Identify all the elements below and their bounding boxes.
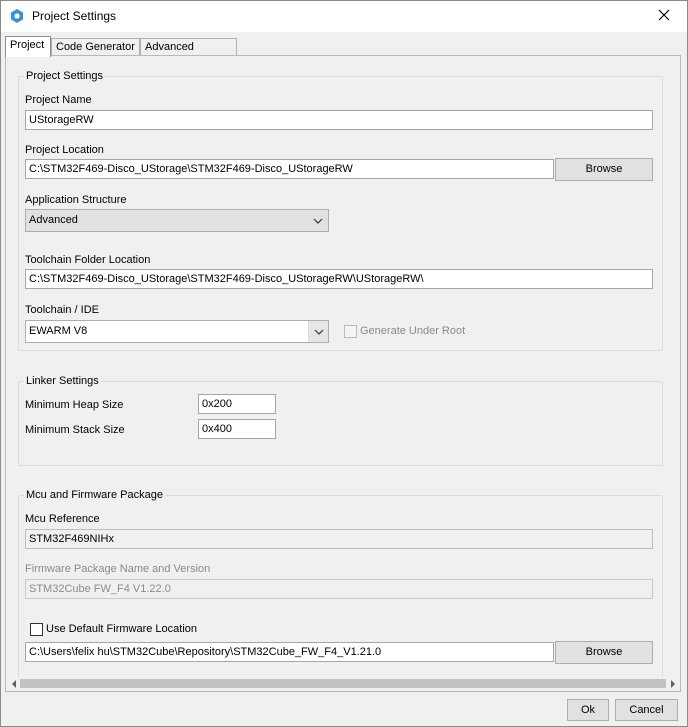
toolchain-ide-value: EWARM V8 [29,325,88,337]
fw-package-field: STM32Cube FW_F4 V1.22.0 [25,579,653,599]
stack-size-input[interactable]: 0x400 [198,419,276,439]
project-tab-panel: Project Settings Project Name UStorageRW… [5,55,681,692]
project-settings-dialog: Project Settings Project Code Generator … [0,0,688,727]
project-name-label: Project Name [25,94,92,106]
use-default-fw-label: Use Default Firmware Location [46,623,198,635]
mcu-firmware-title: Mcu and Firmware Package [24,488,165,502]
mcu-reference-field: STM32F469NIHx [25,529,653,549]
tab-code-generator[interactable]: Code Generator [51,38,140,56]
toolchain-folder-input[interactable]: C:\STM32F469-Disco_UStorage\STM32F469-Di… [25,269,653,289]
chevron-down-icon [308,210,328,231]
app-structure-label: Application Structure [25,194,127,206]
stack-size-label: Minimum Stack Size [25,424,125,436]
project-name-input[interactable]: UStorageRW [25,110,653,130]
generate-under-root-label: Generate Under Root [360,325,466,337]
scroll-left-icon[interactable] [7,677,20,690]
toolchain-ide-label: Toolchain / IDE [25,304,99,316]
cancel-button[interactable]: Cancel [615,699,678,721]
fw-location-browse-button[interactable]: Browse [555,641,653,664]
project-location-label: Project Location [25,144,104,156]
generate-under-root-checkbox[interactable] [344,325,357,338]
close-button[interactable] [641,1,687,32]
heap-size-input[interactable]: 0x200 [198,394,276,414]
app-structure-select[interactable]: Advanced [25,209,329,232]
scroll-thumb[interactable] [20,679,666,688]
fw-location-input[interactable]: C:\Users\felix hu\STM32Cube\Repository\S… [25,642,554,662]
toolchain-folder-label: Toolchain Folder Location [25,254,151,266]
fw-package-label: Firmware Package Name and Version [25,563,211,575]
title-bar[interactable]: Project Settings [1,1,687,32]
project-location-browse-button[interactable]: Browse [555,158,653,181]
use-default-fw-checkbox[interactable] [30,623,43,636]
linker-settings-title: Linker Settings [24,374,101,388]
close-icon [658,9,670,24]
project-location-input[interactable]: C:\STM32F469-Disco_UStorage\STM32F469-Di… [25,159,554,179]
scroll-area[interactable]: Project Settings Project Name UStorageRW… [7,57,679,677]
toolchain-ide-select[interactable]: EWARM V8 [25,320,329,343]
mcu-reference-label: Mcu Reference [25,513,100,525]
window-title: Project Settings [32,9,117,23]
app-structure-value: Advanced [29,214,78,226]
horizontal-scrollbar[interactable] [7,677,679,690]
stm32cube-icon [10,9,24,23]
project-settings-title: Project Settings [24,69,106,83]
chevron-down-icon [308,321,328,342]
tab-advanced-settings[interactable]: Advanced Settings [140,38,237,69]
tab-project[interactable]: Project [5,36,51,57]
ok-button[interactable]: Ok [567,699,609,721]
heap-size-label: Minimum Heap Size [25,399,124,411]
scroll-right-icon[interactable] [666,677,679,690]
